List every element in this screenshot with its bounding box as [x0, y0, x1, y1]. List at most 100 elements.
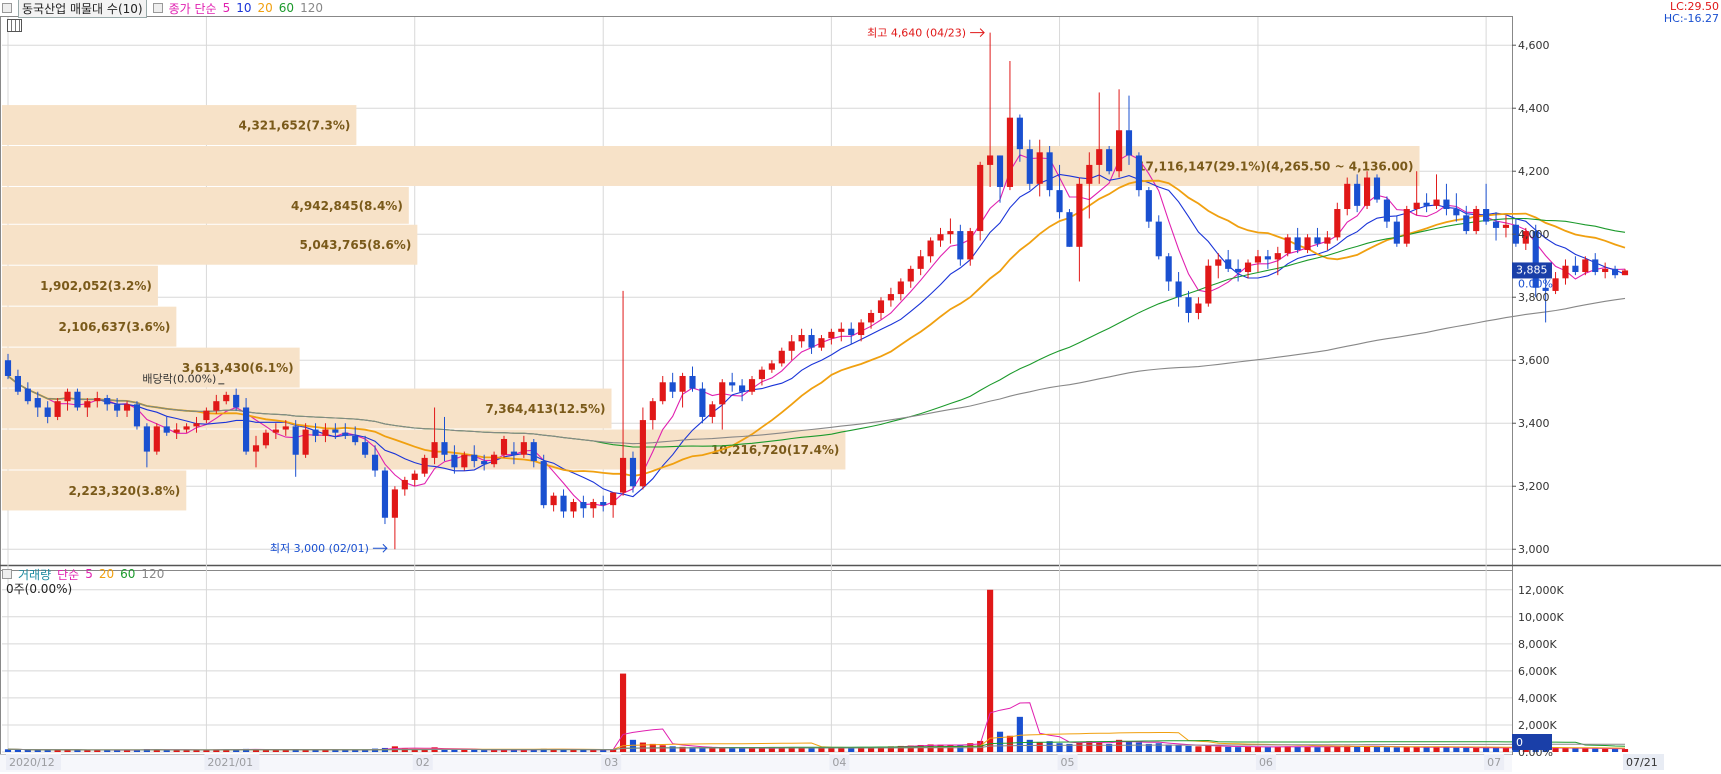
volume-bar [1036, 742, 1043, 752]
candle-body [768, 363, 775, 370]
volume-tick-label: 2,000K [1518, 719, 1557, 732]
candle-body [451, 454, 458, 468]
candle-body [1423, 202, 1430, 206]
volume-bar [659, 745, 666, 752]
table-icon[interactable] [7, 19, 22, 32]
candle-body [114, 404, 121, 411]
stock-name-box[interactable]: 동국산업 매물대 수(10) [18, 0, 147, 18]
candle-body [362, 442, 369, 455]
candle-body [808, 335, 815, 348]
profile-label: 5,043,765(8.6%) [300, 238, 412, 252]
volume-square-icon[interactable] [2, 569, 12, 579]
volume-bar [808, 747, 815, 752]
volume-bar [1502, 748, 1510, 752]
candle-body [1274, 253, 1281, 260]
candle-body [1106, 149, 1113, 172]
candle-body [84, 401, 91, 408]
candle-body [54, 401, 61, 417]
candle-body [233, 394, 240, 408]
candle-body [1036, 152, 1043, 184]
volume-bar [748, 748, 756, 752]
candle-body [719, 382, 726, 405]
vma-5: 5 [85, 567, 93, 581]
ma-5: 5 [222, 1, 231, 15]
candle-body [957, 231, 964, 260]
volume-bar [1483, 747, 1490, 752]
candle-body [1096, 149, 1103, 165]
candle-body [44, 407, 51, 417]
profile-label: 7,364,413(12.5%) [485, 402, 605, 416]
volume-bar [580, 749, 587, 752]
candle-body [580, 501, 587, 509]
volume-bar [1125, 741, 1133, 752]
candle-body [1334, 209, 1341, 238]
volume-bar [1552, 748, 1559, 752]
candle-body [510, 451, 518, 455]
candle-body [877, 300, 885, 313]
candle-body [867, 312, 875, 323]
candle-body [629, 457, 637, 487]
candle-body [332, 429, 339, 433]
candle-body [1443, 199, 1450, 210]
volume-bar [1403, 747, 1410, 752]
volume-bar [471, 749, 478, 752]
volume-bar [1056, 743, 1063, 752]
volume-bar [461, 749, 468, 752]
profile-label: 2,106,637(3.6%) [59, 320, 171, 334]
candle-body [540, 461, 547, 506]
volume-bar [173, 750, 180, 752]
candle-body [1175, 281, 1182, 298]
candle-body [907, 268, 914, 282]
candle-body [431, 442, 438, 458]
candle-body [530, 442, 537, 462]
candle-body [491, 454, 498, 465]
volume-tick-label: 6,000K [1518, 665, 1557, 678]
candle-body [600, 501, 607, 506]
volume-bar [1235, 747, 1242, 752]
candle-body [1473, 209, 1480, 232]
volume-bar [987, 589, 994, 752]
candle-body [163, 426, 170, 433]
volume-bar [1324, 746, 1331, 752]
candle-body [252, 445, 260, 452]
volume-tick-label: 4,000K [1518, 692, 1557, 705]
volume-bar [481, 750, 488, 752]
volume-profile: 17,116,147(29.1%)(4,265.50 ~ 4,136.00) 4,… [2, 105, 1420, 511]
vma-120: 120 [141, 567, 165, 581]
candle-body [193, 423, 200, 427]
candle-body [1621, 270, 1629, 276]
candle-body [243, 407, 250, 452]
candle-body [1254, 256, 1262, 263]
menu-square-icon[interactable] [2, 3, 12, 13]
profile-label: 4,942,845(8.4%) [291, 199, 403, 213]
candle-body [471, 454, 478, 462]
candle-body [173, 429, 180, 433]
candle-body [24, 388, 31, 402]
volume-bar [709, 748, 716, 752]
candle-body [798, 335, 805, 342]
profile-label: 1,902,052(3.2%) [40, 279, 152, 293]
volume-bar [1006, 735, 1014, 752]
candle-body [739, 385, 746, 392]
volume-bar [1602, 748, 1609, 752]
candle-body [94, 398, 101, 402]
profile-label: 17,116,147(29.1%)(4,265.50 ~ 4,136.00) [1137, 159, 1413, 173]
stock-chart[interactable]: 17,116,147(29.1%)(4,265.50 ~ 4,136.00) 4,… [0, 0, 1721, 774]
volume-bar [1582, 748, 1589, 752]
ma-label[interactable]: 종가 단순 [169, 0, 217, 17]
candle-body [937, 234, 944, 241]
volume-bar [1225, 746, 1232, 752]
volume-bar [619, 673, 627, 752]
volume-tick-label: 12,000K [1518, 584, 1564, 597]
candle-body [1344, 183, 1351, 210]
ma-10: 10 [236, 1, 252, 15]
ma-square-icon[interactable] [152, 3, 163, 13]
candle-body [143, 426, 150, 452]
candle-body [1076, 183, 1083, 247]
candle-body [927, 240, 934, 257]
candle-body [1433, 199, 1440, 206]
candle-body [838, 328, 845, 332]
candle-body [947, 231, 954, 235]
candle-body [34, 398, 41, 408]
candle-body [590, 501, 597, 509]
